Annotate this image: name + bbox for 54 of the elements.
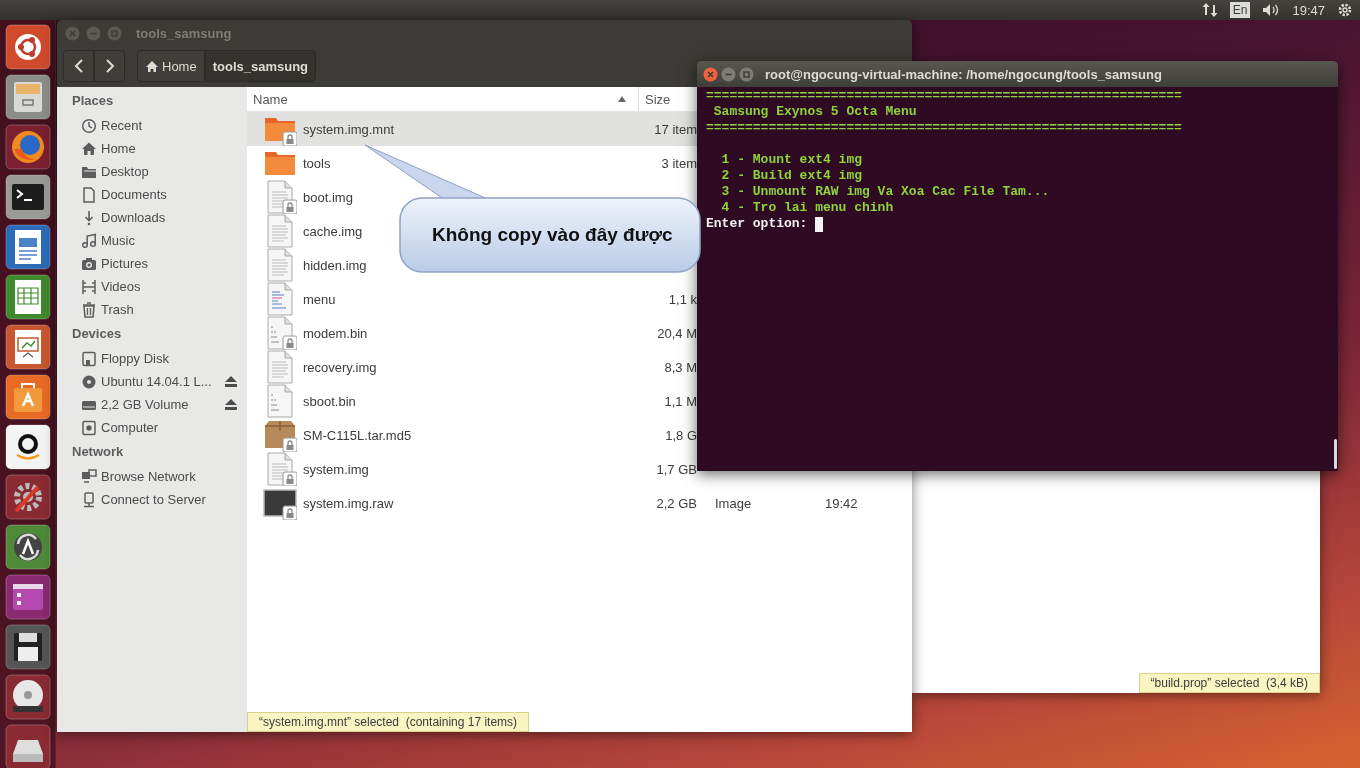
file-name: boot.img	[303, 189, 353, 205]
sidebar-label: Documents	[101, 187, 168, 202]
sidebar-label: Trash	[101, 302, 135, 317]
callout-text: Không copy vào đây được	[432, 224, 673, 246]
sidebar-label: Connect to Server	[101, 492, 207, 507]
file-name: menu	[303, 291, 336, 307]
file-name: hidden.img	[303, 257, 367, 273]
sidebar-label: Music	[101, 233, 136, 248]
terminal-line: =============================================================	[706, 88, 1183, 104]
sidebar-label: Browse Network	[101, 469, 197, 484]
terminal-prompt: Enter option:	[706, 216, 808, 232]
section-heading: Devices	[71, 325, 123, 343]
sidebar-label: Home	[101, 141, 137, 156]
sidebar-label: Ubuntu 14.04.1 L...	[101, 374, 213, 389]
status-label: “build.prop” selected (3,4 kB)	[1138, 673, 1320, 693]
sidebar-label: Downloads	[101, 210, 167, 225]
file-name: sboot.bin	[303, 393, 356, 409]
file-type: Image	[715, 495, 753, 511]
file-name: modem.bin	[303, 325, 368, 341]
file-name: cache.img	[303, 223, 363, 239]
file-name: system.img.mnt	[303, 121, 394, 137]
file-name: system.img	[303, 461, 369, 477]
sidebar-label: Computer	[101, 420, 160, 435]
file-size: 3 item	[661, 155, 697, 171]
file-modified: 19:42	[825, 495, 858, 511]
terminal-line: 4 - Tro lai menu chinh	[720, 200, 895, 216]
terminal-line: 2 - Build ext4 img	[720, 168, 864, 184]
file-name: tools	[303, 155, 331, 171]
file-size: 20,4 M	[657, 325, 697, 341]
status-label: “system.img.mnt” selected (containing 17 items)	[247, 712, 530, 732]
file-name: system.img.raw	[303, 495, 394, 511]
file-size: 2,2 GB	[656, 495, 697, 511]
file-size: 1,8 G	[665, 427, 697, 443]
file-size: 17 item	[654, 121, 697, 137]
terminal-line: 1 - Mount ext4 img	[720, 152, 864, 168]
file-size: 8,3 M	[664, 359, 697, 375]
sidebar-label: Floppy Disk	[101, 351, 170, 366]
sidebar-label: Recent	[101, 118, 144, 133]
terminal-line: Samsung Exynos 5 Octa Menu	[712, 104, 918, 120]
file-name: recovery.img	[303, 359, 377, 375]
window-title: root@ngocung-virtual-machine: /home/ngocung/tools_samsung	[765, 66, 1162, 82]
file-name: SM-C115L.tar.md5	[303, 427, 412, 443]
file-size: 1,1 k	[668, 291, 697, 307]
terminal-line: 3 - Unmount RAW img Va Xoa Cac File Tam...	[720, 184, 1051, 200]
sidebar-label: Videos	[101, 279, 142, 294]
section-heading: Places	[71, 92, 115, 110]
sidebar-label: Desktop	[101, 164, 150, 179]
sidebar-label: 2,2 GB Volume	[101, 397, 190, 412]
window-title: tools_samsung	[136, 26, 232, 41]
file-size: 1,7 GB	[656, 461, 697, 477]
file-size: 1,1 M	[664, 393, 697, 409]
sidebar-label: Pictures	[101, 256, 149, 271]
terminal-line: =============================================================	[706, 120, 1183, 136]
section-heading: Network	[71, 443, 125, 461]
